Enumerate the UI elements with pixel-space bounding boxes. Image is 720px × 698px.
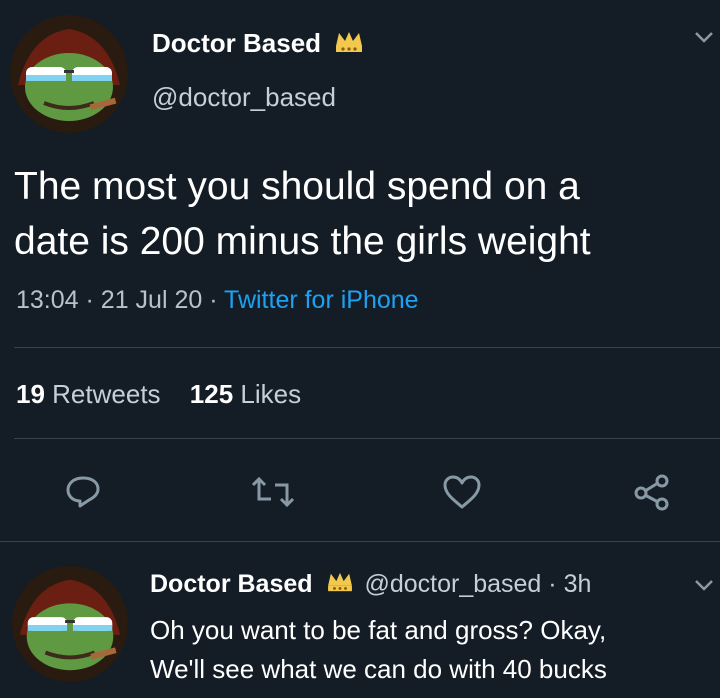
divider: [0, 541, 720, 542]
reply-text-line-1: Oh you want to be fat and gross? Okay,: [150, 615, 607, 645]
reply-icon: [66, 476, 100, 508]
share-icon: [634, 474, 669, 511]
author-avatar[interactable]: [10, 15, 128, 133]
frog-avatar-icon: [10, 15, 128, 133]
retweets-count: 19: [16, 379, 45, 409]
separator-dot: ·: [85, 286, 101, 314]
separator-dot: ·: [548, 570, 564, 598]
tweet-date: 21 Jul 20: [100, 286, 203, 314]
like-icon: [443, 475, 481, 509]
retweet-icon: [251, 476, 295, 508]
like-button[interactable]: [437, 470, 487, 514]
share-button[interactable]: [627, 470, 677, 514]
author-handle[interactable]: @doctor_based: [152, 82, 336, 113]
tweet-text-line-2: date is 200 minus the girls weight: [14, 220, 591, 263]
author-display-name[interactable]: Doctor Based: [152, 28, 321, 58]
reply-chevron-down-icon[interactable]: [694, 578, 714, 597]
retweets-stat[interactable]: 19 Retweets: [16, 379, 168, 409]
likes-label: Likes: [240, 379, 302, 409]
crown-icon: [326, 571, 354, 600]
likes-count: 125: [189, 379, 234, 409]
tweet-text-line-1: The most you should spend on a: [14, 165, 580, 208]
reply-author-avatar[interactable]: [12, 566, 128, 682]
reply-age: 3h: [563, 570, 592, 598]
separator-dot: ·: [209, 286, 225, 314]
chevron-down-icon[interactable]: [694, 30, 714, 49]
reply-text-line-2: We'll see what we can do with 40 bucks: [150, 654, 607, 684]
reply-handle[interactable]: @doctor_based: [364, 570, 541, 598]
divider: [14, 347, 720, 348]
divider: [14, 438, 720, 439]
tweet-time: 13:04: [16, 286, 79, 314]
frog-avatar-icon: [12, 566, 128, 682]
reply-button[interactable]: [58, 470, 108, 514]
retweets-label: Retweets: [52, 379, 161, 409]
tweet-source-link[interactable]: Twitter for iPhone: [224, 286, 419, 314]
retweet-button[interactable]: [246, 470, 300, 514]
likes-stat[interactable]: 125 Likes: [190, 379, 301, 409]
crown-icon: [334, 30, 364, 61]
reply-display-name[interactable]: Doctor Based: [150, 570, 313, 598]
